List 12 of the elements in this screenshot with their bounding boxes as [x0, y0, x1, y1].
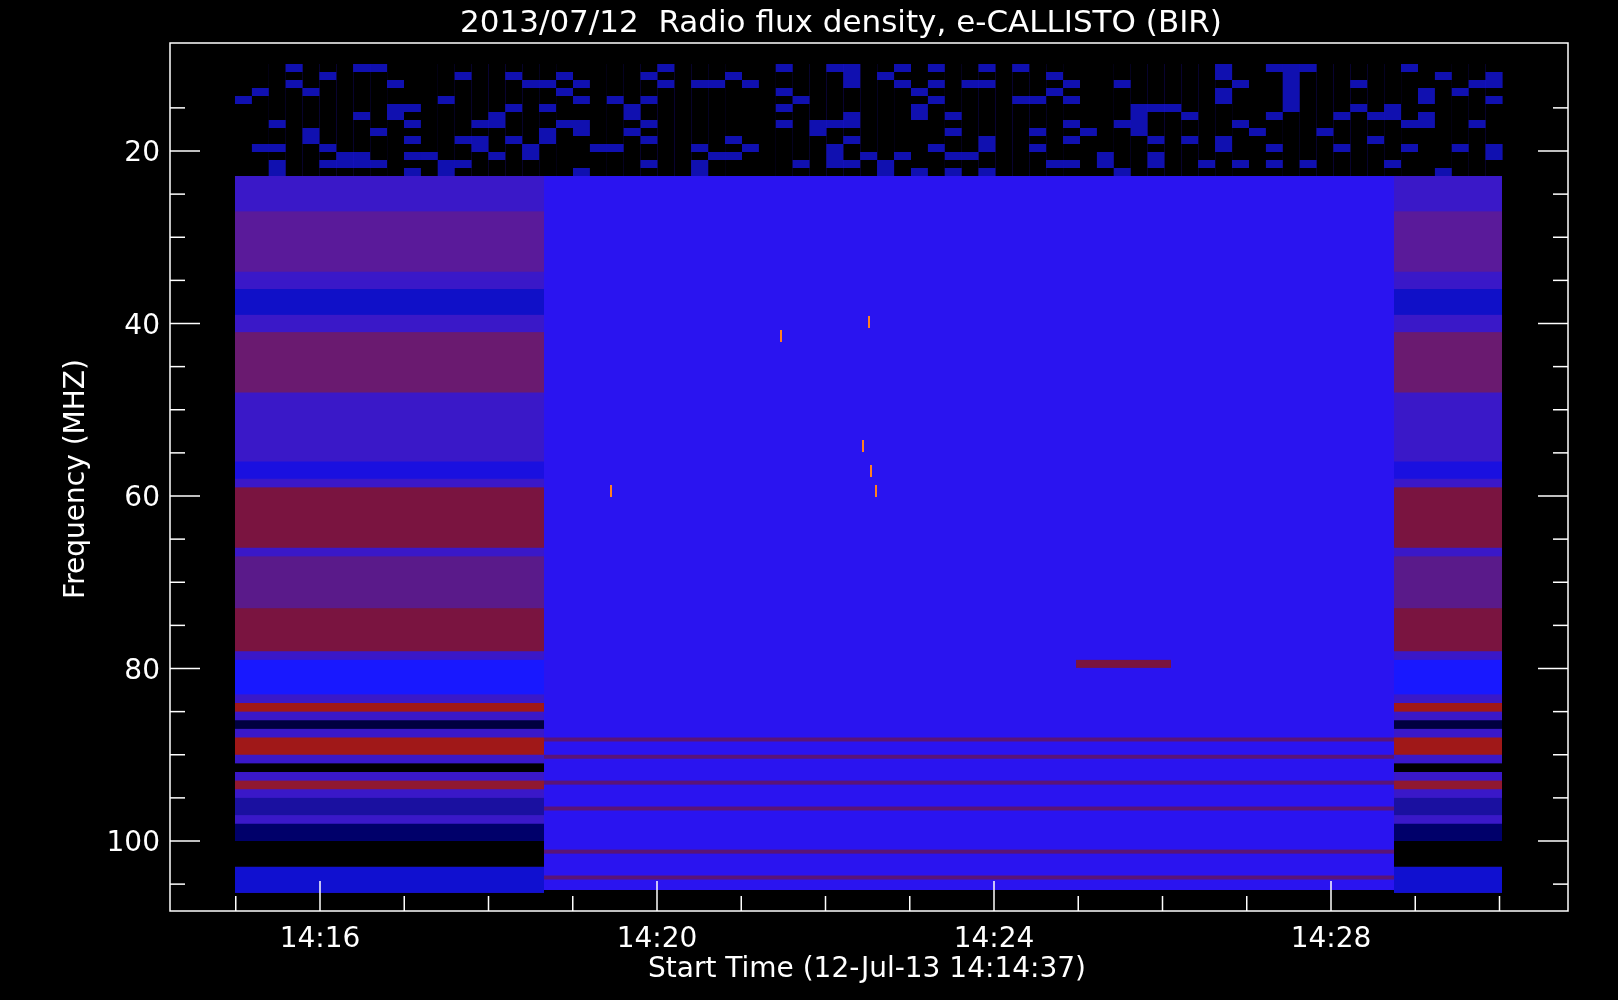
tick-label: 60: [124, 480, 160, 513]
tick-label: 100: [106, 825, 160, 858]
tick-label: 20: [124, 135, 160, 168]
axis-title: Frequency (MHZ): [58, 359, 91, 599]
tick-label: 80: [124, 652, 160, 686]
tick-label: 40: [124, 307, 160, 341]
chart-title: 2013/07/12 Radio flux density, e-CALLISTO (BIR): [460, 3, 1222, 39]
tick-label: 14:24: [953, 921, 1035, 954]
tick-label: 14:20: [616, 921, 698, 954]
tick-label: 14:28: [1290, 921, 1372, 954]
axis-title: Start Time (12-Jul-13 14:14:37): [648, 951, 1086, 984]
tick-label: 14:16: [279, 921, 361, 954]
